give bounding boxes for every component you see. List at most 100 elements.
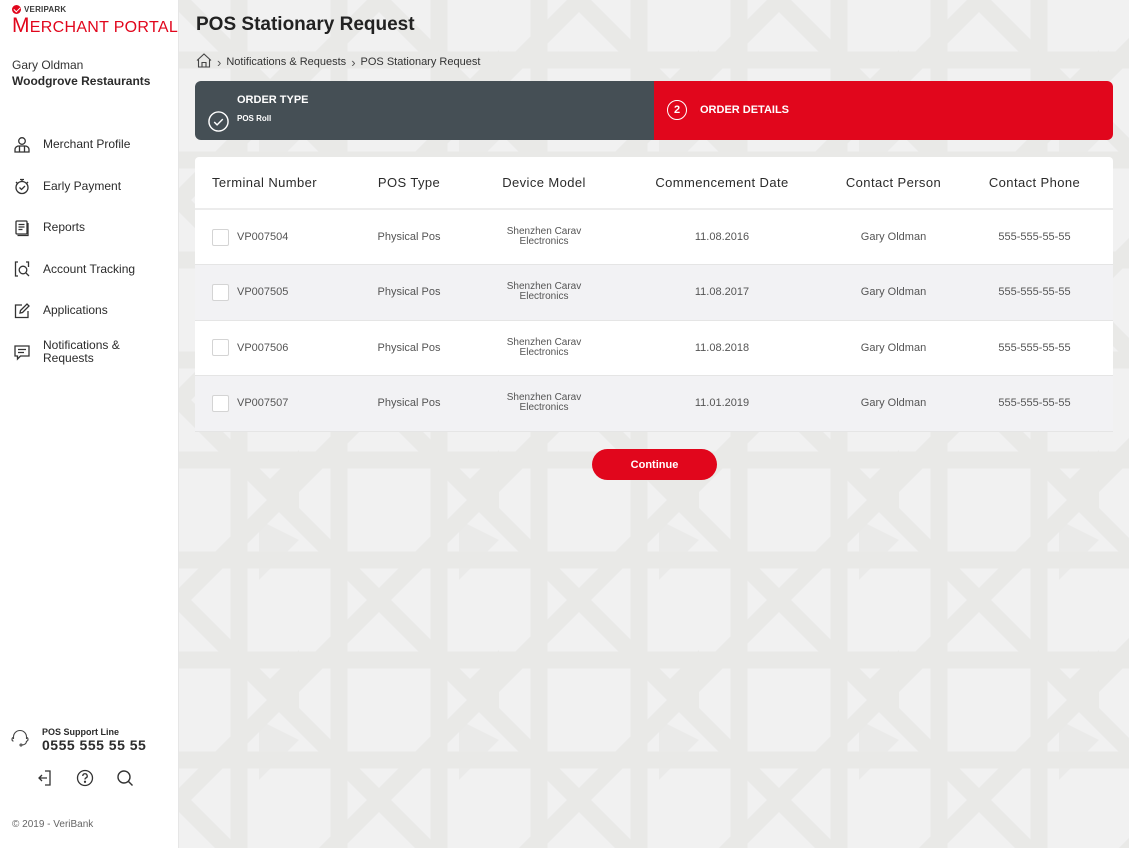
row-checkbox[interactable] [212,339,229,357]
company-name: VERIPARK [24,5,67,14]
table-header-row: Terminal Number POS Type Device Model Co… [195,157,1113,210]
search-document-icon [12,259,32,279]
contact-person: Gary Oldman [831,209,956,265]
sidebar-item-label: Applications [43,303,108,318]
sidebar-nav: Merchant Profile Early Payment Reports A… [0,124,179,373]
portal-name-initial: M [12,14,30,37]
sidebar-item-label: Account Tracking [43,261,136,276]
headset-icon [10,728,30,753]
order-steps: ORDER TYPE POS Roll 2 ORDER DETAILS [195,81,1113,140]
step-order-type[interactable]: ORDER TYPE POS Roll [195,81,654,140]
continue-button[interactable]: Continue [592,449,717,480]
contact-person: Gary Oldman [831,375,956,432]
pos-type: Physical Pos [343,264,475,321]
page-title: POS Stationary Request [196,14,415,35]
pos-type: Physical Pos [343,209,475,265]
main-content: POS Stationary Request › Notifications &… [179,0,1129,848]
step-selected-value: POS Roll [237,114,272,123]
contact-person: Gary Oldman [831,320,956,376]
sidebar-bottom-actions [34,767,136,789]
commencement-date: 11.01.2019 [613,375,831,432]
commencement-date: 11.08.2016 [613,209,831,265]
sidebar-item-notifications-requests[interactable]: Notifications & Requests [0,332,179,374]
copyright-text: © 2019 - VeriBank [12,819,94,830]
sidebar-item-reports[interactable]: Reports [0,207,179,249]
breadcrumb-current: POS Stationary Request [360,56,481,68]
table-row: VP007506 Physical Pos Shenzhen Carav Elec… [195,320,1113,376]
sidebar-item-label: Reports [43,220,86,235]
home-icon[interactable] [196,53,212,71]
column-header-contact-phone: Contact Phone [956,157,1113,210]
message-icon [12,342,32,362]
contact-phone: 555-555-55-55 [956,375,1113,432]
table-row: VP007505 Physical Pos Shenzhen Carav Elec… [195,264,1113,321]
breadcrumb-separator-icon: › [217,54,222,70]
column-header-terminal-number: Terminal Number [195,157,343,210]
sidebar-item-label: Merchant Profile [43,137,131,152]
step-number-badge: 2 [667,100,687,120]
step-title: ORDER TYPE [237,94,309,106]
column-header-device-model: Device Model [475,157,613,210]
column-header-pos-type: POS Type [343,157,475,210]
support-phone-number[interactable]: 0555 555 55 55 [42,737,146,753]
portal-name-rest: ERCHANT PORTAL [29,19,179,36]
stopwatch-icon [12,176,32,196]
device-model: Shenzhen Carav Electronics [475,320,613,376]
help-icon[interactable] [74,767,96,789]
user-company: Woodgrove Restaurants [12,74,151,88]
merchant-profile-icon [12,135,32,155]
sidebar-item-account-tracking[interactable]: Account Tracking [0,249,179,291]
merchant-portal-logo[interactable]: VERIPARK MERCHANT PORTAL [12,5,178,38]
commencement-date: 11.08.2018 [613,320,831,376]
veripark-logo-small: VERIPARK [12,5,178,14]
step-order-details: 2 ORDER DETAILS [654,81,1113,140]
table-row: VP007504 Physical Pos Shenzhen Carav Elec… [195,209,1113,265]
device-model: Shenzhen Carav Electronics [475,264,613,321]
portal-name: MERCHANT PORTAL [12,14,178,38]
step-title: ORDER DETAILS [700,104,790,116]
device-model-line2: Electronics [519,236,569,247]
table-row: VP007507 Physical Pos Shenzhen Carav Elec… [195,375,1113,432]
sidebar-item-label: Notifications & Requests [43,338,120,366]
contact-phone: 555-555-55-55 [956,264,1113,321]
commencement-date: 11.08.2017 [613,264,831,321]
user-name: Gary Oldman [12,58,84,72]
column-header-contact-person: Contact Person [831,157,956,210]
search-icon[interactable] [114,767,136,789]
pos-type: Physical Pos [343,320,475,376]
pos-support-line: POS Support Line 0555 555 55 55 [10,727,146,753]
device-model-line2: Electronics [519,402,569,414]
breadcrumb-notifications-requests[interactable]: Notifications & Requests [226,56,346,68]
terminal-number: VP007507 [237,397,289,410]
device-model-line2: Electronics [519,291,569,303]
sidebar: VERIPARK MERCHANT PORTAL Gary Oldman Woo… [0,0,179,848]
sidebar-item-label: Early Payment [43,178,122,193]
row-checkbox[interactable] [212,228,229,246]
edit-icon [12,301,32,321]
check-circle-icon [208,111,229,132]
terminal-number: VP007505 [237,286,289,299]
device-model-line2: Electronics [519,346,569,358]
veripark-logo-icon [12,5,21,14]
row-checkbox[interactable] [212,394,229,412]
device-model: Shenzhen Carav Electronics [475,209,613,265]
document-icon [12,218,32,238]
sidebar-item-early-payment[interactable]: Early Payment [0,166,179,208]
terminal-number: VP007506 [237,341,289,354]
column-header-commencement-date: Commencement Date [613,157,831,210]
breadcrumb: › Notifications & Requests › POS Station… [196,53,480,71]
row-checkbox[interactable] [212,283,229,301]
sidebar-item-merchant-profile[interactable]: Merchant Profile [0,124,179,166]
terminals-table: Terminal Number POS Type Device Model Co… [195,157,1113,432]
logout-icon[interactable] [34,767,56,789]
contact-person: Gary Oldman [831,264,956,321]
pos-type: Physical Pos [343,375,475,432]
sidebar-item-applications[interactable]: Applications [0,290,179,332]
device-model: Shenzhen Carav Electronics [475,375,613,432]
user-info: Gary Oldman Woodgrove Restaurants [12,58,150,88]
terminal-number: VP007504 [237,231,289,243]
contact-phone: 555-555-55-55 [956,320,1113,376]
breadcrumb-separator-icon: › [351,54,356,70]
support-line-label: POS Support Line [42,727,120,737]
contact-phone: 555-555-55-55 [956,209,1113,265]
